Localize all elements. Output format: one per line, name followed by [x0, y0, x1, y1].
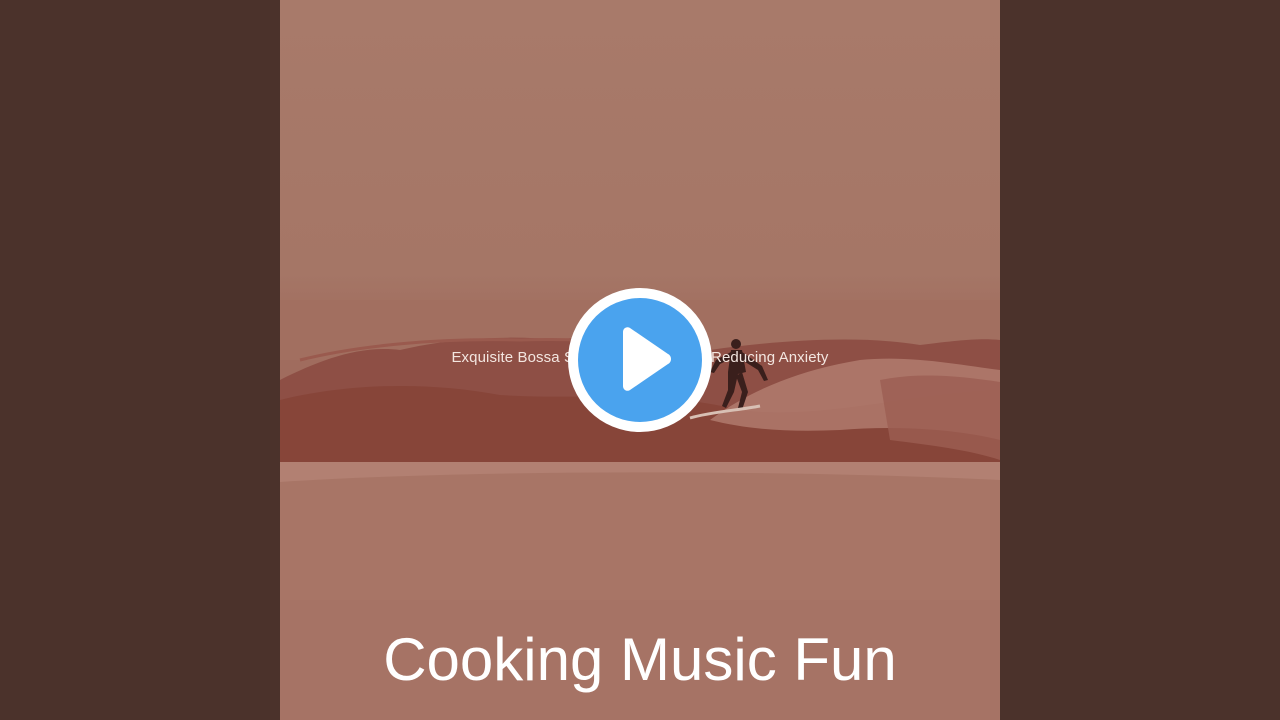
play-button[interactable]: [566, 286, 714, 434]
video-player[interactable]: Exquisite Bossa Saxophone Music for Redu…: [0, 0, 1280, 720]
artist-name: Cooking Music Fun: [383, 626, 897, 693]
